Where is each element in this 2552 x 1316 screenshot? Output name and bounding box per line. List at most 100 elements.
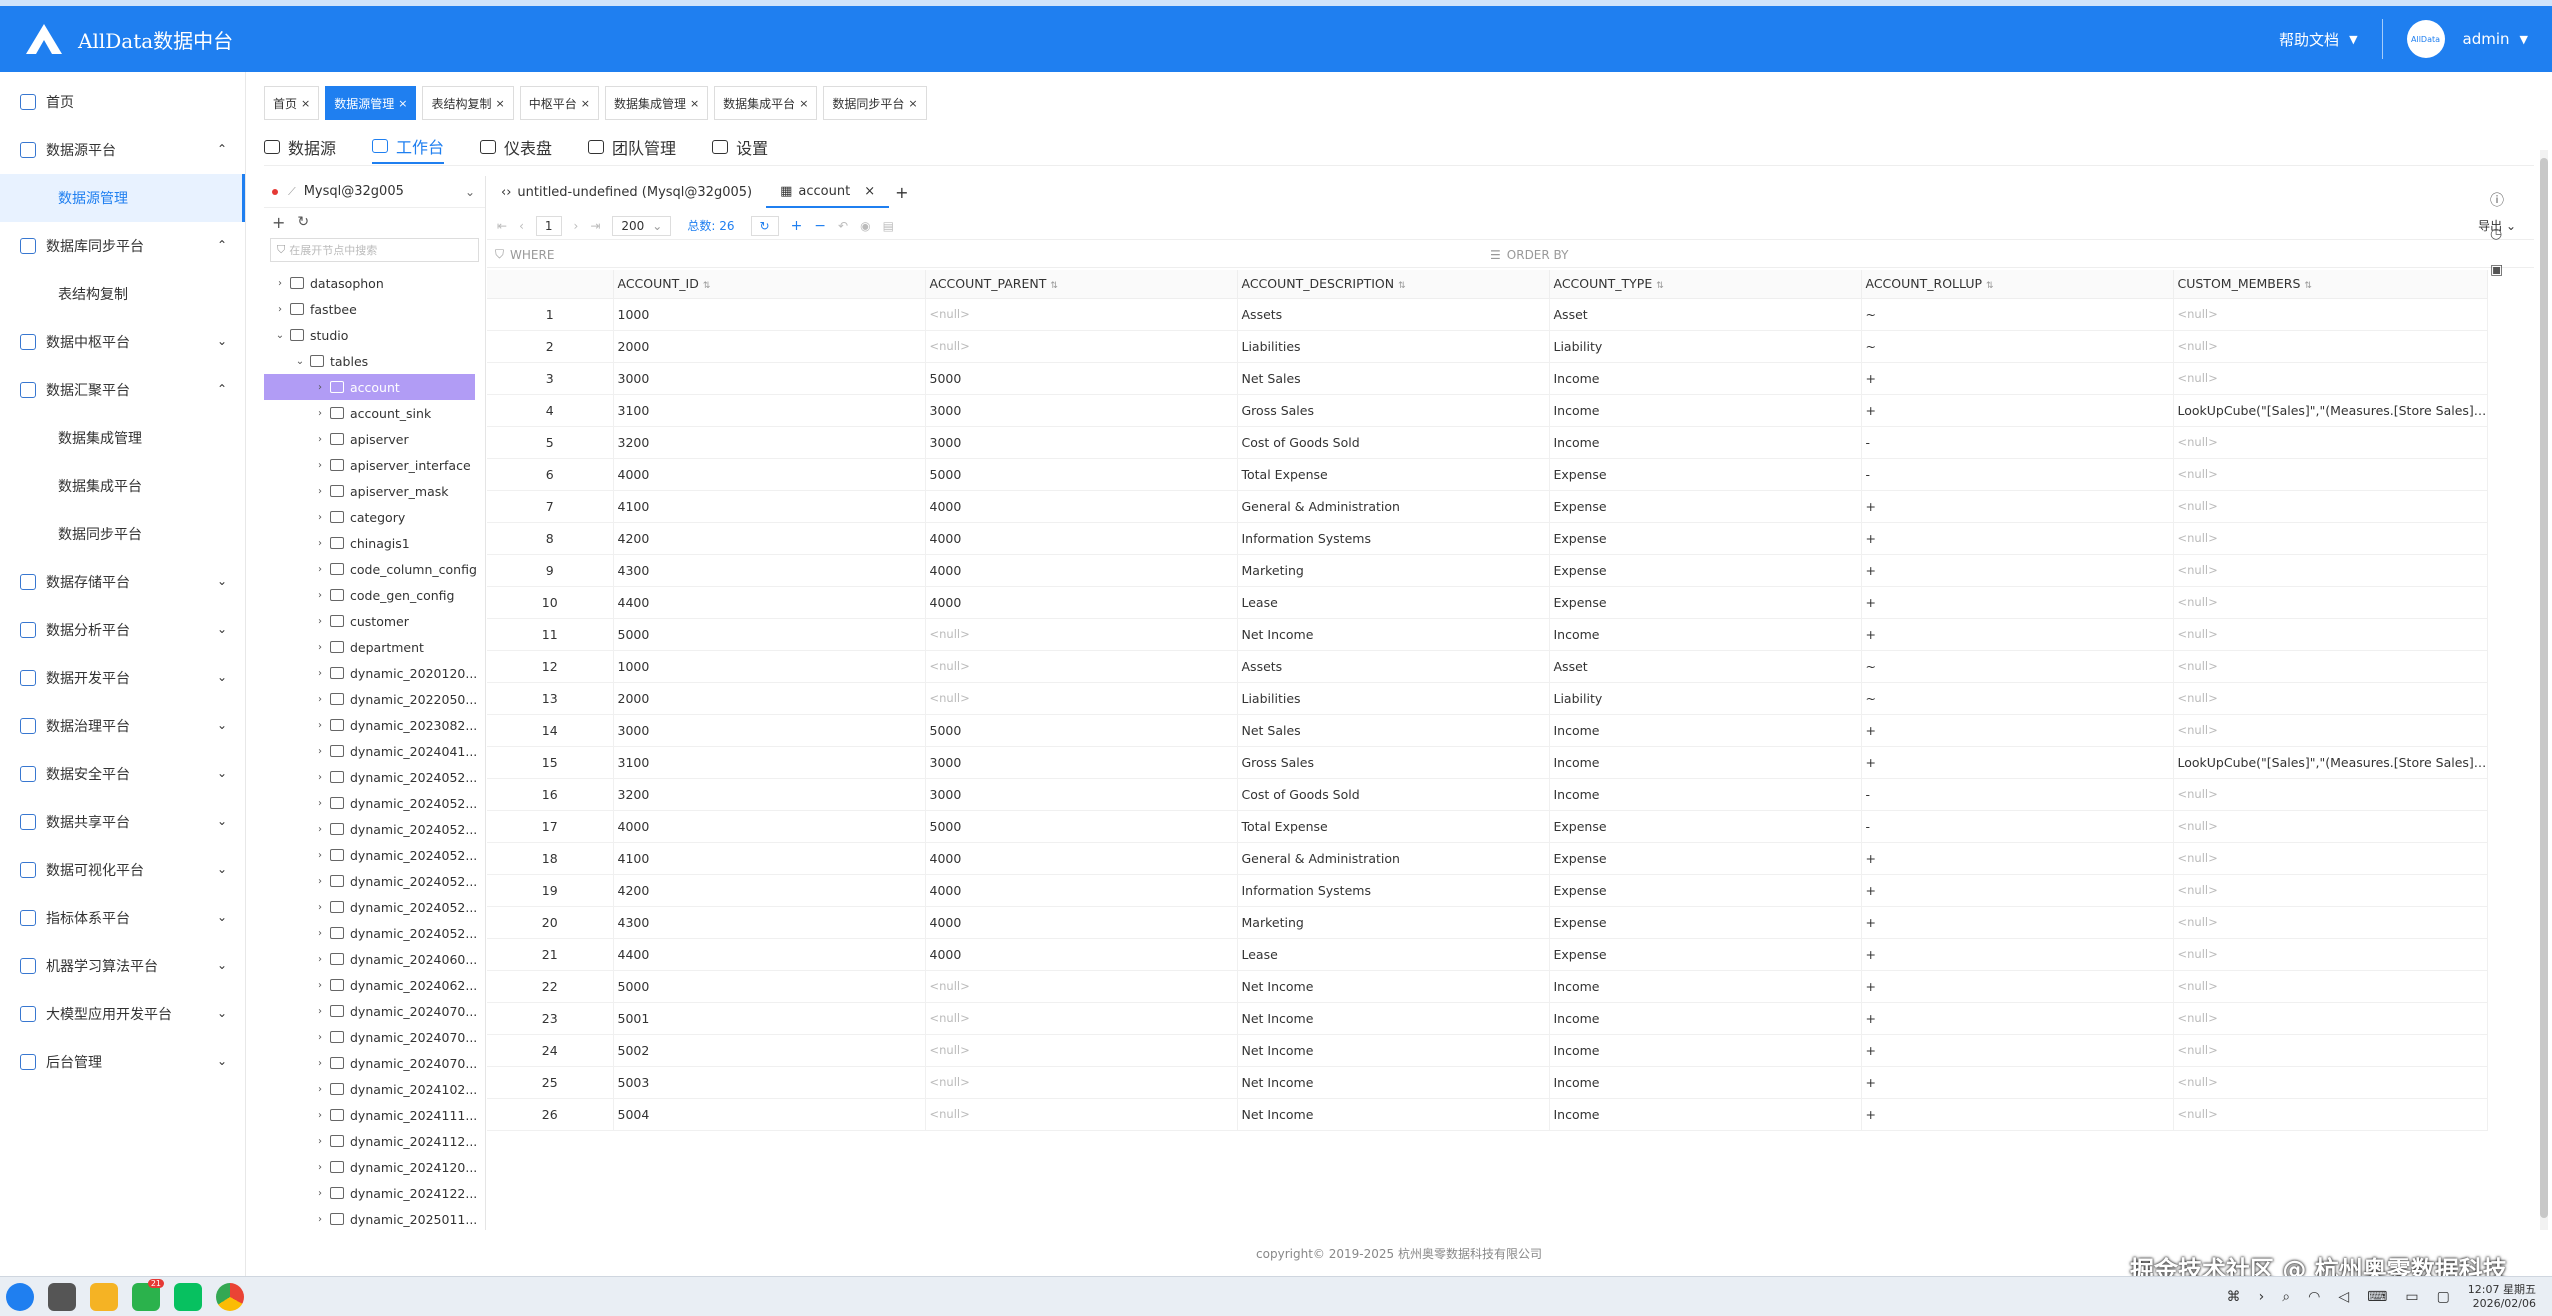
table-cell[interactable]: 3000 bbox=[925, 426, 1238, 459]
page-tab[interactable]: 数据集成管理 × bbox=[604, 86, 709, 120]
table-cell[interactable]: Information Systems bbox=[1237, 874, 1550, 907]
table-cell[interactable]: <null> bbox=[2173, 1002, 2488, 1035]
table-cell[interactable]: 3000 bbox=[925, 778, 1238, 811]
table-cell[interactable]: Income bbox=[1549, 1066, 1862, 1099]
editor-tab-console[interactable]: ‹› untitled-undefined (Mysql@32g005) bbox=[487, 176, 766, 208]
table-cell[interactable]: 4200 bbox=[613, 522, 926, 555]
table-cell[interactable]: + bbox=[1861, 714, 2174, 747]
table-cell[interactable]: 3200 bbox=[613, 426, 926, 459]
table-cell[interactable]: Liabilities bbox=[1237, 682, 1550, 715]
table-cell[interactable]: Net Income bbox=[1237, 1066, 1550, 1099]
chevron-right-icon[interactable]: › bbox=[312, 928, 328, 939]
sort-icon[interactable]: ⇅ bbox=[1050, 281, 1058, 291]
table-cell[interactable]: 3100 bbox=[613, 394, 926, 427]
table-cell[interactable]: Income bbox=[1549, 970, 1862, 1003]
table-cell[interactable]: Income bbox=[1549, 1034, 1862, 1067]
tree-node[interactable]: › account_sink bbox=[264, 400, 485, 426]
table-cell[interactable]: <null> bbox=[925, 1034, 1238, 1067]
table-cell[interactable]: Income bbox=[1549, 426, 1862, 459]
table-row[interactable]: 13 2000 <null> Liabilities Liability ~ <null> bbox=[487, 682, 2488, 715]
add-row-icon[interactable]: + bbox=[791, 218, 803, 234]
tree-node[interactable]: › dynamic_2024120... bbox=[264, 1154, 485, 1180]
page-input[interactable]: 1 bbox=[535, 215, 562, 236]
scrollbar[interactable] bbox=[2540, 150, 2548, 1230]
table-cell[interactable]: LookUpCube("[Sales]","(Measures.[Store S… bbox=[2173, 394, 2488, 427]
table-cell[interactable]: 5002 bbox=[613, 1034, 926, 1067]
tree-node[interactable]: › dynamic_2023082... bbox=[264, 712, 485, 738]
chevron-right-icon[interactable]: › bbox=[312, 460, 328, 471]
tree-search-input[interactable]: ⛉ 在展开节点中搜索 bbox=[270, 238, 479, 262]
table-cell[interactable]: Income bbox=[1549, 778, 1862, 811]
table-row[interactable]: 6 4000 5000 Total Expense Expense - <null> bbox=[487, 458, 2488, 491]
chevron-right-icon[interactable]: › bbox=[312, 902, 328, 913]
table-cell[interactable]: 4100 bbox=[613, 490, 926, 523]
undo-icon[interactable]: ↶ bbox=[838, 219, 848, 233]
close-icon[interactable]: × bbox=[301, 97, 310, 110]
table-cell[interactable]: <null> bbox=[2173, 970, 2488, 1003]
chevron-right-icon[interactable]: › bbox=[312, 720, 328, 731]
table-cell[interactable]: <null> bbox=[2173, 906, 2488, 939]
table-cell[interactable]: <null> bbox=[925, 1098, 1238, 1131]
sidebar-item[interactable]: 数据分析平台 ⌄ bbox=[0, 606, 245, 654]
tree-node[interactable]: › dynamic_2024052... bbox=[264, 894, 485, 920]
tree-node[interactable]: › account bbox=[264, 374, 475, 400]
table-cell[interactable]: 4200 bbox=[613, 874, 926, 907]
chevron-right-icon[interactable]: › bbox=[312, 746, 328, 757]
table-cell[interactable]: + bbox=[1861, 842, 2174, 875]
chevron-right-icon[interactable]: › bbox=[312, 1058, 328, 1069]
table-cell[interactable]: Liability bbox=[1549, 330, 1862, 363]
table-row[interactable]: 20 4300 4000 Marketing Expense + <null> bbox=[487, 906, 2488, 939]
table-cell[interactable]: 1000 bbox=[613, 298, 926, 331]
chevron-right-icon[interactable]: › bbox=[312, 434, 328, 445]
table-cell[interactable]: 3200 bbox=[613, 778, 926, 811]
subtab-item[interactable]: 团队管理 bbox=[588, 130, 676, 164]
tree-node[interactable]: › dynamic_2024041... bbox=[264, 738, 485, 764]
page-tab[interactable]: 中枢平台 × bbox=[519, 86, 599, 120]
table-cell[interactable]: - bbox=[1861, 426, 2174, 459]
tree-node[interactable]: › category bbox=[264, 504, 485, 530]
table-cell[interactable]: ~ bbox=[1861, 298, 2174, 331]
chevron-right-icon[interactable]: › bbox=[272, 278, 288, 289]
table-row[interactable]: 15 3100 3000 Gross Sales Income + LookUpCube("… bbox=[487, 746, 2488, 779]
sidebar-item[interactable]: 数据治理平台 ⌄ bbox=[0, 702, 245, 750]
table-cell[interactable]: 1000 bbox=[613, 650, 926, 683]
table-cell[interactable]: Income bbox=[1549, 394, 1862, 427]
table-cell[interactable]: 4000 bbox=[925, 522, 1238, 555]
table-cell[interactable]: Marketing bbox=[1237, 554, 1550, 587]
tree-node[interactable]: ⌄ studio bbox=[264, 322, 485, 348]
tree-node[interactable]: › chinagis1 bbox=[264, 530, 485, 556]
chevron-right-icon[interactable]: › bbox=[312, 1162, 328, 1173]
table-cell[interactable]: Gross Sales bbox=[1237, 394, 1550, 427]
first-page-icon[interactable]: ⇤ bbox=[497, 219, 507, 233]
sidebar-item[interactable]: 数据开发平台 ⌄ bbox=[0, 654, 245, 702]
tree-node[interactable]: › dynamic_2022050... bbox=[264, 686, 485, 712]
close-icon[interactable]: × bbox=[690, 97, 699, 110]
prev-page-icon[interactable]: ‹ bbox=[519, 219, 524, 233]
table-cell[interactable]: - bbox=[1861, 458, 2174, 491]
table-cell[interactable]: 2000 bbox=[613, 330, 926, 363]
delete-row-icon[interactable]: − bbox=[814, 218, 826, 234]
desktop-icon[interactable]: ▢ bbox=[2437, 1289, 2450, 1305]
table-cell[interactable]: 4000 bbox=[925, 490, 1238, 523]
refresh-icon[interactable]: ↻ bbox=[297, 214, 309, 230]
tree-node[interactable]: › dynamic_2024112... bbox=[264, 1128, 485, 1154]
chevron-right-icon[interactable]: › bbox=[312, 408, 328, 419]
table-cell[interactable]: Net Income bbox=[1237, 1002, 1550, 1035]
help-docs-link[interactable]: 帮助文档 bbox=[2279, 29, 2339, 50]
table-cell[interactable]: <null> bbox=[925, 1002, 1238, 1035]
table-cell[interactable]: Assets bbox=[1237, 650, 1550, 683]
table-cell[interactable]: <null> bbox=[2173, 1034, 2488, 1067]
table-cell[interactable]: Asset bbox=[1549, 298, 1862, 331]
table-cell[interactable]: Net Sales bbox=[1237, 714, 1550, 747]
sidebar-item[interactable]: 大模型应用开发平台 ⌄ bbox=[0, 990, 245, 1038]
chevron-right-icon[interactable]: › bbox=[312, 1214, 328, 1225]
chevron-right-icon[interactable]: › bbox=[312, 772, 328, 783]
table-row[interactable]: 22 5000 <null> Net Income Income + <null> bbox=[487, 970, 2488, 1003]
sidebar-item[interactable]: 首页 bbox=[0, 78, 245, 126]
page-tab[interactable]: 表结构复制 × bbox=[422, 86, 514, 120]
table-cell[interactable]: Expense bbox=[1549, 458, 1862, 491]
table-row[interactable]: 23 5001 <null> Net Income Income + <null> bbox=[487, 1002, 2488, 1035]
tree-node[interactable]: › code_gen_config bbox=[264, 582, 485, 608]
table-cell[interactable]: Income bbox=[1549, 362, 1862, 395]
table-cell[interactable]: 3000 bbox=[613, 714, 926, 747]
